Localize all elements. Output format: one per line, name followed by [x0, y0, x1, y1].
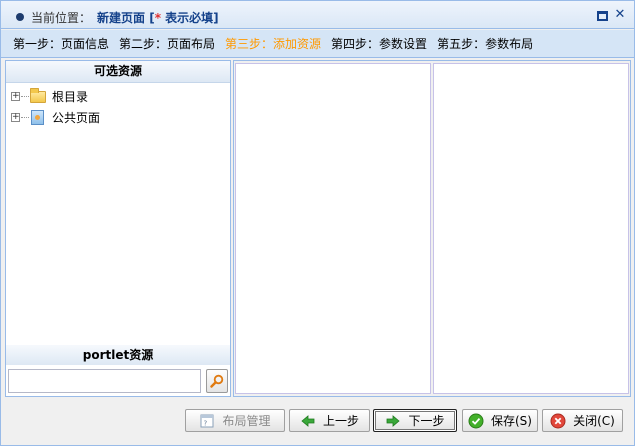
- layout-preview-panel: [233, 60, 631, 397]
- next-step-button[interactable]: 下一步: [373, 409, 457, 432]
- check-icon: [468, 413, 484, 429]
- layout-manage-icon: ?: [199, 413, 215, 429]
- step-4: 第四步：参数设置: [331, 37, 428, 51]
- page-title: 新建页面 [* 表示必填]: [97, 9, 219, 26]
- search-input[interactable]: [8, 369, 201, 393]
- search-icon: [210, 374, 224, 388]
- layout-manage-button[interactable]: ? 布局管理: [185, 409, 285, 432]
- portlet-search: [8, 369, 228, 393]
- svg-text:?: ?: [204, 419, 208, 427]
- layout-column-right[interactable]: [433, 63, 629, 394]
- prev-step-label: 上一步: [322, 414, 359, 428]
- cancel-icon: [550, 413, 566, 429]
- tree-connector: [21, 117, 29, 118]
- arrow-right-icon: [385, 413, 401, 429]
- close-label: 关闭(C): [573, 414, 615, 428]
- arrow-left-icon: [300, 413, 316, 429]
- step-2: 第二步：页面布局: [119, 37, 216, 51]
- save-button[interactable]: 保存(S): [462, 409, 538, 432]
- prev-step-button[interactable]: 上一步: [289, 409, 370, 432]
- expand-icon[interactable]: +: [11, 92, 20, 101]
- resource-panel-header: 可选资源: [6, 61, 230, 83]
- step-5: 第五步：参数布局: [437, 37, 534, 51]
- required-note-text: 表示必填]: [160, 11, 219, 25]
- resource-tree: + 根目录 + 公共页面: [10, 86, 228, 128]
- step-1: 第一步：页面信息: [13, 37, 110, 51]
- wizard-window: 当前位置： 新建页面 [* 表示必填] ✕ 第一步：页面信息 第二步：页面布局 …: [0, 0, 635, 446]
- close-icon[interactable]: ✕: [614, 8, 626, 21]
- search-button[interactable]: [206, 369, 228, 393]
- required-note-open: [: [145, 11, 155, 25]
- location-prefix: 当前位置：: [31, 11, 92, 25]
- portlet-resource-header: portlet资源: [6, 345, 230, 365]
- expand-icon[interactable]: +: [11, 113, 20, 122]
- tree-node-public-pages[interactable]: + 公共页面: [10, 107, 228, 128]
- titlebar: 当前位置： 新建页面 [* 表示必填] ✕: [1, 1, 634, 29]
- tree-node-root[interactable]: + 根目录: [10, 86, 228, 107]
- page-icon: [31, 110, 44, 125]
- step-3-active: 第三步：添加资源: [225, 37, 322, 51]
- layout-manage-label: 布局管理: [222, 414, 271, 428]
- close-button[interactable]: 关闭(C): [542, 409, 623, 432]
- wizard-steps: 第一步：页面信息 第二步：页面布局 第三步：添加资源 第四步：参数设置 第五步：…: [1, 30, 634, 58]
- tree-node-label[interactable]: 公共页面: [52, 109, 100, 126]
- next-step-label: 下一步: [408, 414, 445, 428]
- resource-panel: 可选资源 + 根目录 + 公共页面 portlet资源: [5, 60, 231, 397]
- save-label: 保存(S): [491, 414, 532, 428]
- maximize-icon[interactable]: [597, 11, 608, 21]
- location-bullet-icon: [16, 13, 24, 21]
- folder-icon: [30, 87, 46, 103]
- tree-connector: [21, 96, 29, 97]
- page-title-text: 新建页面: [97, 11, 146, 25]
- layout-column-left[interactable]: [235, 63, 431, 394]
- tree-node-label[interactable]: 根目录: [52, 88, 88, 105]
